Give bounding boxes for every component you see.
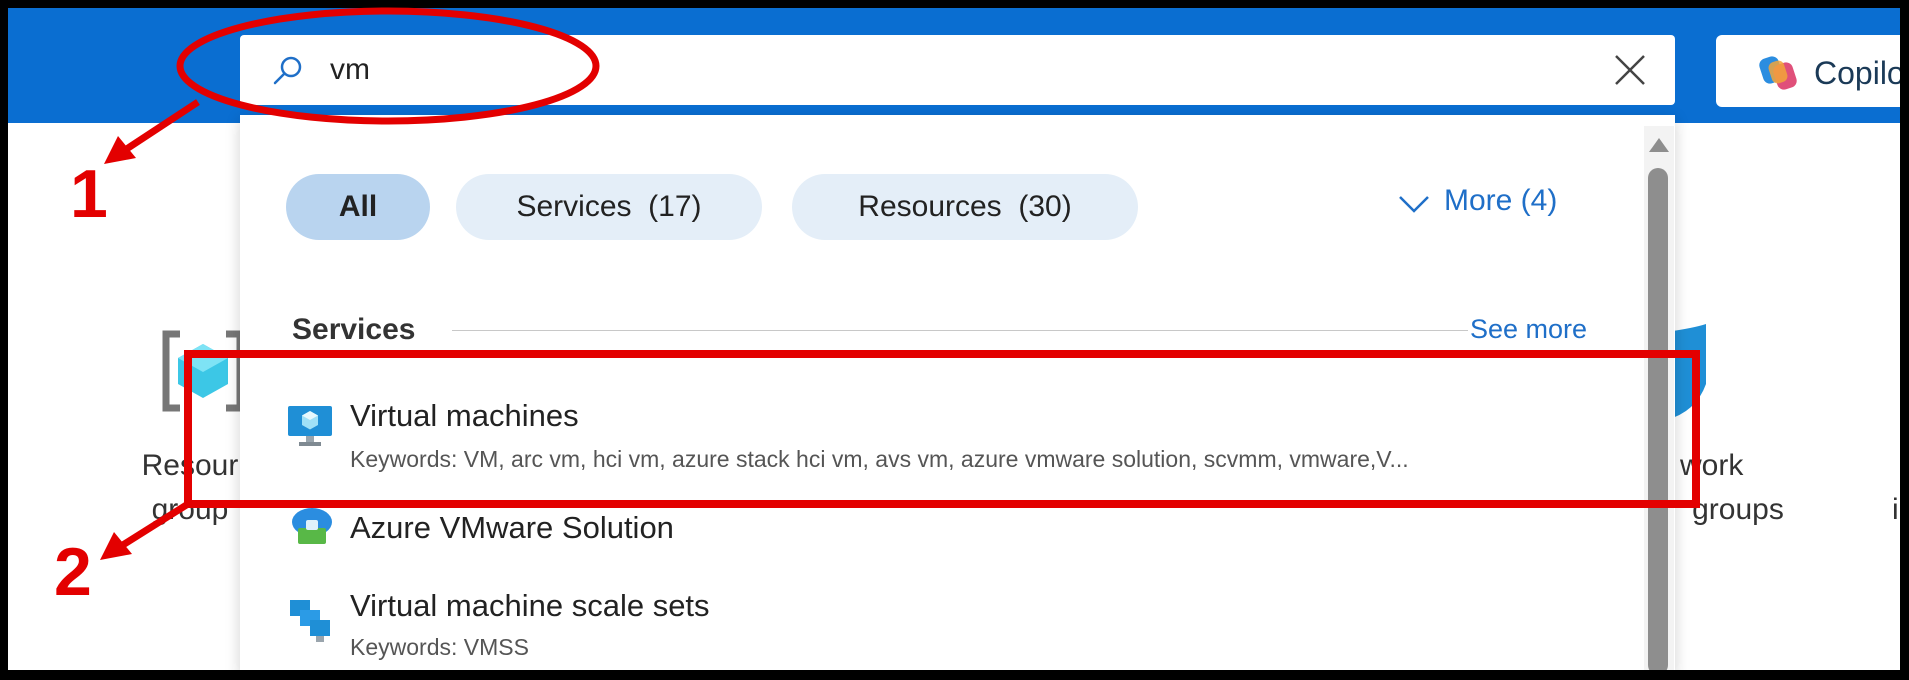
copilot-label: Copilo [1814, 55, 1900, 91]
scroll-up-arrow-icon[interactable] [1648, 136, 1670, 154]
result-keywords: Keywords: VM, arc vm, hci vm, azure stac… [350, 446, 1409, 472]
vmware-solution-icon [292, 508, 332, 544]
tile-label: groups [1692, 493, 1784, 526]
tile-label: work [1680, 449, 1744, 482]
filter-label: Services (17) [516, 190, 702, 223]
tile-label: group [151, 493, 229, 526]
copilot-icon [1759, 56, 1797, 90]
close-icon[interactable] [1611, 51, 1649, 89]
filter-all[interactable]: All [286, 174, 430, 240]
result-title: Virtual machines [350, 398, 579, 433]
result-title: Azure VMware Solution [350, 510, 674, 545]
more-filters-label: More (4) [1444, 184, 1558, 217]
scrollbar-thumb[interactable] [1648, 168, 1668, 670]
resource-groups-tile[interactable]: Resour group [130, 444, 250, 532]
network-groups-tile[interactable]: work groups [1668, 444, 1808, 532]
filter-services[interactable]: Services (17) [456, 174, 762, 240]
filter-label: Resources (30) [858, 190, 1072, 223]
partial-tile-label: i [1892, 493, 1899, 526]
search-icon [273, 56, 302, 85]
tile-label: Resour [141, 449, 239, 482]
scale-sets-icon [290, 600, 330, 642]
result-title: Virtual machine scale sets [350, 588, 710, 623]
chevron-down-icon[interactable] [1398, 194, 1430, 214]
see-more-link[interactable]: See more [1470, 314, 1587, 345]
virtual-machine-icon [288, 406, 332, 446]
search-input[interactable] [330, 47, 1530, 93]
portal-frame: Copilo Resour group work groups i All Se… [8, 8, 1900, 670]
step-number-2: 2 [54, 534, 92, 610]
section-divider [452, 330, 1468, 331]
filter-label: All [338, 190, 378, 223]
resource-groups-icon [162, 330, 244, 412]
result-keywords: Keywords: VMSS [350, 634, 529, 660]
services-section-title: Services [292, 313, 416, 346]
global-search-box[interactable] [240, 35, 1675, 105]
more-filters-link[interactable]: More (4) [1444, 184, 1557, 218]
copilot-button[interactable]: Copilo [1716, 35, 1900, 107]
step-number-1: 1 [70, 156, 108, 232]
filter-resources[interactable]: Resources (30) [792, 174, 1138, 240]
